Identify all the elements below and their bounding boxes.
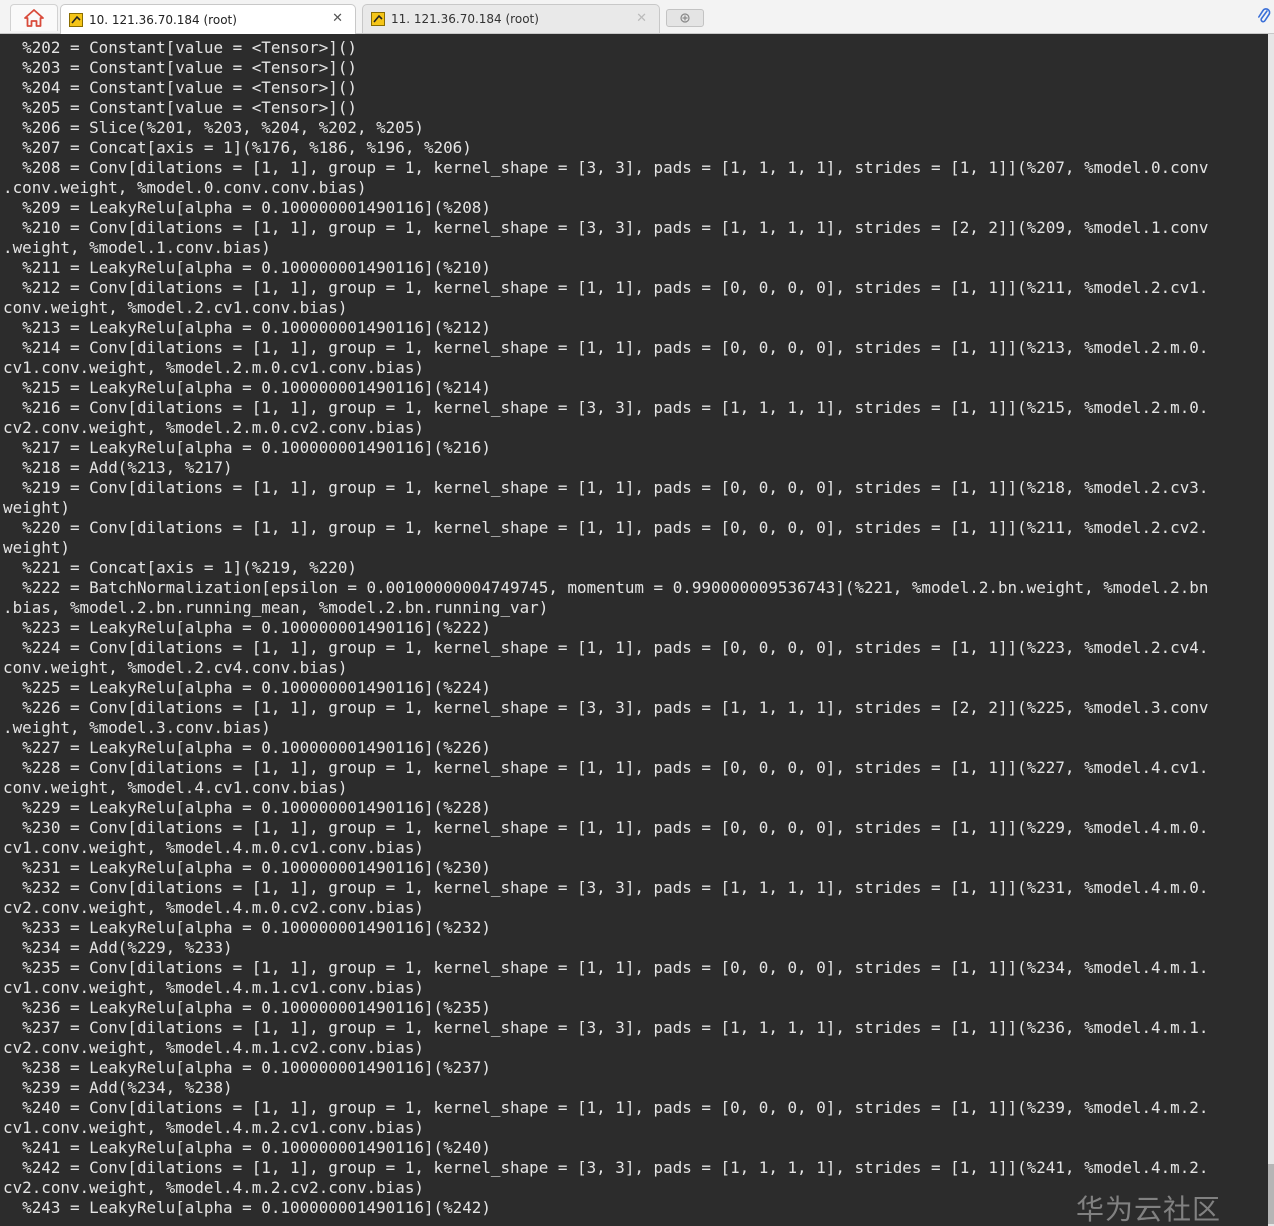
new-tab-icon (680, 13, 690, 23)
terminal-line: %204 = Constant[value = <Tensor>]() (3, 78, 357, 97)
home-icon (24, 9, 44, 27)
terminal-line: cv1.conv.weight, %model.4.m.2.cv1.conv.b… (3, 1118, 424, 1137)
terminal-lines: %202 = Constant[value = <Tensor>]() %203… (3, 38, 1208, 1218)
close-tab-icon[interactable]: ✕ (636, 11, 647, 26)
close-tab-icon[interactable]: ✕ (332, 11, 343, 26)
terminal-line: %217 = LeakyRelu[alpha = 0.1000000014901… (3, 438, 491, 457)
terminal-line: %240 = Conv[dilations = [1, 1], group = … (3, 1098, 1209, 1117)
terminal-line: %223 = LeakyRelu[alpha = 0.1000000014901… (3, 618, 491, 637)
tab-session-10[interactable]: 10. 121.36.70.184 (root) ✕ (60, 4, 356, 34)
tab-label: 10. 121.36.70.184 (root) (89, 12, 237, 27)
terminal-line: %206 = Slice(%201, %203, %204, %202, %20… (3, 118, 424, 137)
scrollbar-thumb[interactable] (1268, 1164, 1274, 1224)
terminal-line: %202 = Constant[value = <Tensor>]() (3, 38, 357, 57)
terminal-line: .weight, %model.1.conv.bias) (3, 238, 271, 257)
new-tab-button[interactable] (666, 9, 704, 27)
terminal-line: %232 = Conv[dilations = [1, 1], group = … (3, 878, 1209, 897)
terminal-line: %220 = Conv[dilations = [1, 1], group = … (3, 518, 1209, 537)
terminal-line: conv.weight, %model.4.cv1.conv.bias) (3, 778, 348, 797)
terminal-line: %207 = Concat[axis = 1](%176, %186, %196… (3, 138, 472, 157)
terminal-line: %210 = Conv[dilations = [1, 1], group = … (3, 218, 1209, 237)
terminal-line: %208 = Conv[dilations = [1, 1], group = … (3, 158, 1209, 177)
home-button[interactable] (10, 4, 58, 31)
paperclip-icon[interactable] (1257, 6, 1271, 26)
terminal-line: %224 = Conv[dilations = [1, 1], group = … (3, 638, 1209, 657)
terminal-line: .bias, %model.2.bn.running_mean, %model.… (3, 598, 549, 617)
terminal-line: %212 = Conv[dilations = [1, 1], group = … (3, 278, 1209, 297)
tab-bar: 10. 121.36.70.184 (root) ✕ 11. 121.36.70… (0, 0, 1274, 34)
terminal-line: %225 = LeakyRelu[alpha = 0.1000000014901… (3, 678, 491, 697)
terminal-line: %235 = Conv[dilations = [1, 1], group = … (3, 958, 1209, 977)
terminal-line: %237 = Conv[dilations = [1, 1], group = … (3, 1018, 1209, 1037)
terminal-line: %231 = LeakyRelu[alpha = 0.1000000014901… (3, 858, 491, 877)
terminal-line: cv1.conv.weight, %model.4.m.0.cv1.conv.b… (3, 838, 424, 857)
terminal-output[interactable]: %202 = Constant[value = <Tensor>]() %203… (0, 34, 1268, 1226)
terminal-line: cv2.conv.weight, %model.4.m.2.cv2.conv.b… (3, 1178, 424, 1197)
terminal-line: %218 = Add(%213, %217) (3, 458, 233, 477)
terminal-line: %242 = Conv[dilations = [1, 1], group = … (3, 1158, 1209, 1177)
terminal-line: %213 = LeakyRelu[alpha = 0.1000000014901… (3, 318, 491, 337)
terminal-line: %236 = LeakyRelu[alpha = 0.1000000014901… (3, 998, 491, 1017)
terminal-line: %216 = Conv[dilations = [1, 1], group = … (3, 398, 1209, 417)
terminal-line: cv2.conv.weight, %model.2.m.0.cv2.conv.b… (3, 418, 424, 437)
terminal-line: %228 = Conv[dilations = [1, 1], group = … (3, 758, 1209, 777)
terminal-line: .weight, %model.3.conv.bias) (3, 718, 271, 737)
terminal-scrollbar[interactable] (1268, 34, 1274, 1226)
terminal-line: %203 = Constant[value = <Tensor>]() (3, 58, 357, 77)
terminal-line: cv2.conv.weight, %model.4.m.1.cv2.conv.b… (3, 1038, 424, 1057)
terminal-line: %234 = Add(%229, %233) (3, 938, 233, 957)
terminal-line: conv.weight, %model.2.cv4.conv.bias) (3, 658, 348, 677)
terminal-line: %211 = LeakyRelu[alpha = 0.1000000014901… (3, 258, 491, 277)
tab-label: 11. 121.36.70.184 (root) (391, 12, 539, 26)
terminal-line: cv1.conv.weight, %model.4.m.1.cv1.conv.b… (3, 978, 424, 997)
terminal-line: %215 = LeakyRelu[alpha = 0.1000000014901… (3, 378, 491, 397)
terminal-line: %214 = Conv[dilations = [1, 1], group = … (3, 338, 1209, 357)
terminal-line: conv.weight, %model.2.cv1.conv.bias) (3, 298, 348, 317)
terminal-line: %233 = LeakyRelu[alpha = 0.1000000014901… (3, 918, 491, 937)
terminal-line: %230 = Conv[dilations = [1, 1], group = … (3, 818, 1209, 837)
terminal-line: weight) (3, 498, 70, 517)
terminal-line: %239 = Add(%234, %238) (3, 1078, 233, 1097)
terminal-line: .conv.weight, %model.0.conv.conv.bias) (3, 178, 367, 197)
terminal-line: %205 = Constant[value = <Tensor>]() (3, 98, 357, 117)
terminal-line: %238 = LeakyRelu[alpha = 0.1000000014901… (3, 1058, 491, 1077)
tab-session-11[interactable]: 11. 121.36.70.184 (root) ✕ (362, 4, 660, 33)
terminal-line: %227 = LeakyRelu[alpha = 0.1000000014901… (3, 738, 491, 757)
terminal-line: %241 = LeakyRelu[alpha = 0.1000000014901… (3, 1138, 491, 1157)
terminal-line: %226 = Conv[dilations = [1, 1], group = … (3, 698, 1209, 717)
terminal-line: %222 = BatchNormalization[epsilon = 0.00… (3, 578, 1209, 597)
terminal-line: %221 = Concat[axis = 1](%219, %220) (3, 558, 357, 577)
watermark: 华为云社区 (1076, 1193, 1222, 1226)
terminal-session-icon (371, 12, 385, 26)
terminal-line: %209 = LeakyRelu[alpha = 0.1000000014901… (3, 198, 491, 217)
terminal-line: %243 = LeakyRelu[alpha = 0.1000000014901… (3, 1198, 491, 1217)
terminal-line: %219 = Conv[dilations = [1, 1], group = … (3, 478, 1209, 497)
terminal-line: cv2.conv.weight, %model.4.m.0.cv2.conv.b… (3, 898, 424, 917)
terminal-session-icon (69, 12, 83, 27)
terminal-line: %229 = LeakyRelu[alpha = 0.1000000014901… (3, 798, 491, 817)
terminal-line: weight) (3, 538, 70, 557)
terminal-line: cv1.conv.weight, %model.2.m.0.cv1.conv.b… (3, 358, 424, 377)
